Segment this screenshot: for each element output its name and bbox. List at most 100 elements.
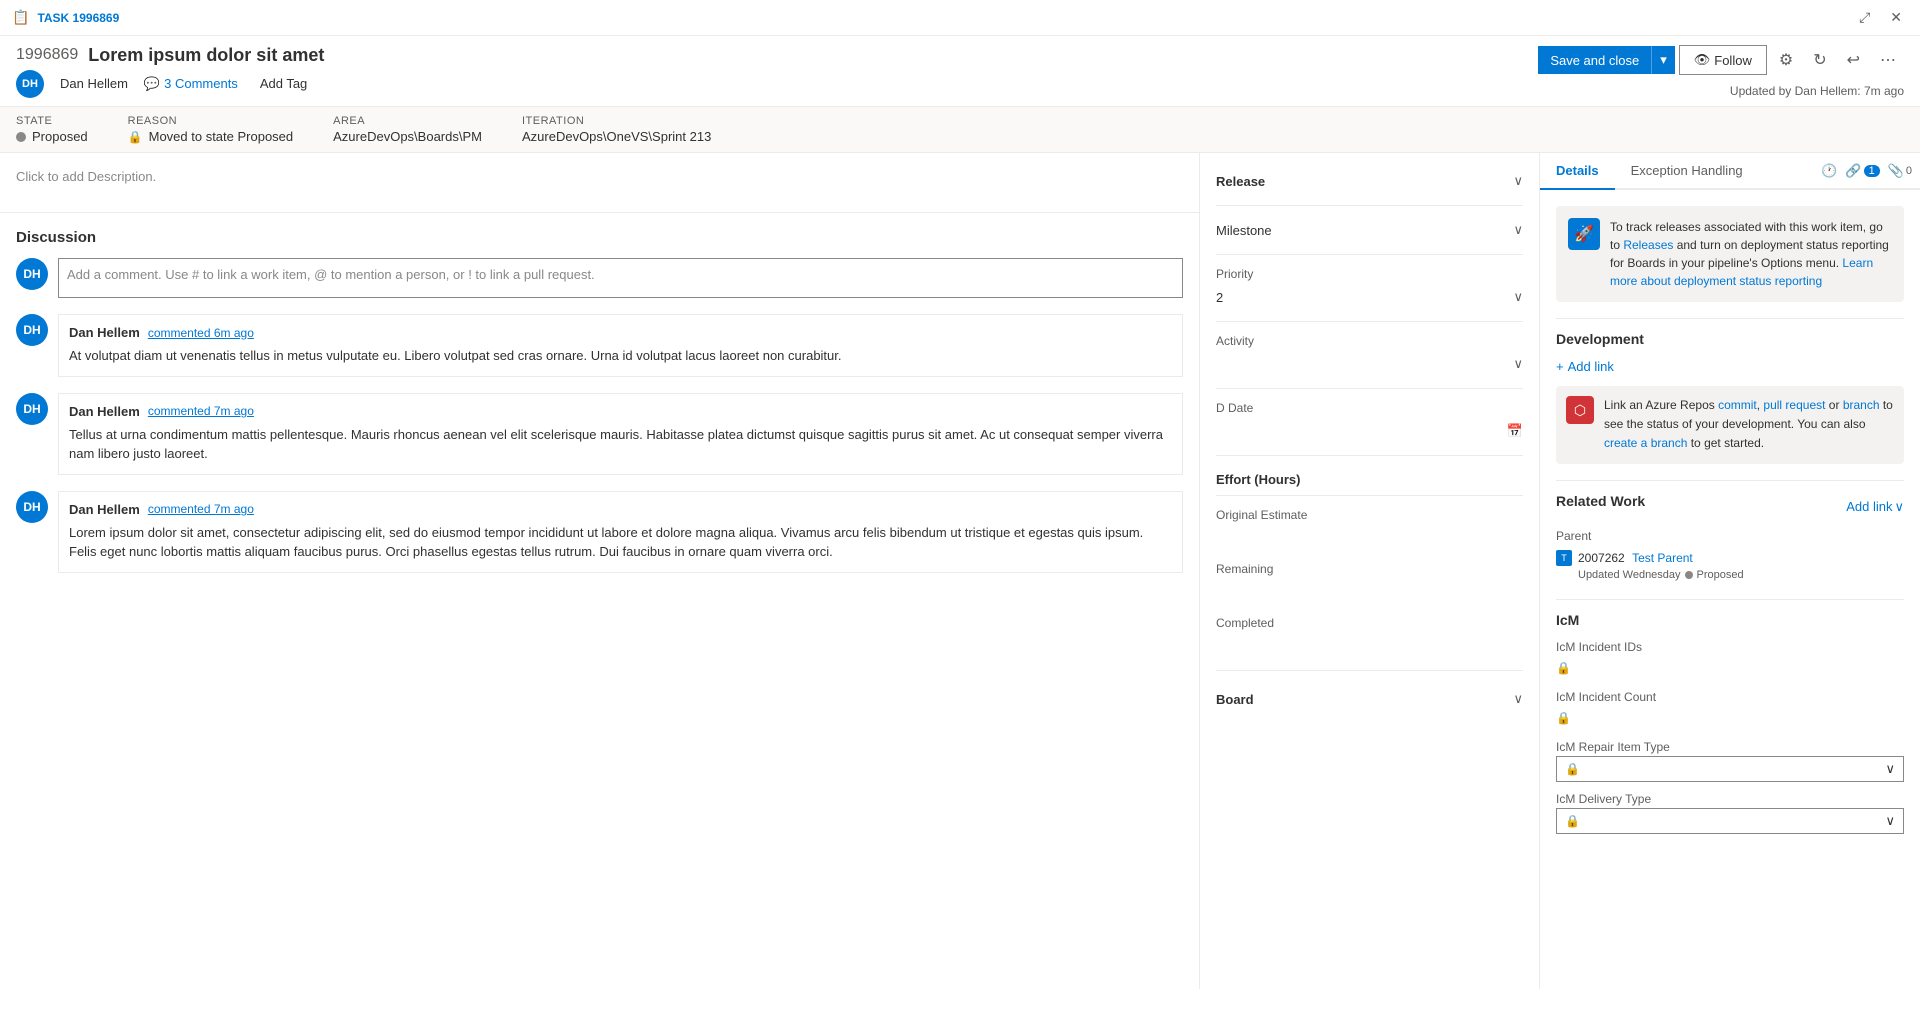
follow-button[interactable]: 👁 Follow — [1679, 45, 1767, 75]
comment-input-box[interactable]: Add a comment. Use # to link a work item… — [58, 258, 1183, 298]
close-icon[interactable]: ✕ — [1884, 7, 1908, 28]
development-title: Development — [1556, 331, 1904, 347]
parent-item-link[interactable]: Test Parent — [1632, 551, 1693, 565]
tab-details[interactable]: Details — [1540, 153, 1615, 190]
board-chevron[interactable]: ∨ — [1513, 691, 1523, 707]
activity-field: Activity ∨ — [1216, 334, 1523, 376]
original-estimate-input[interactable] — [1216, 530, 1523, 546]
iteration-field: Iteration AzureDevOps\OneVS\Sprint 213 — [522, 115, 711, 144]
icm-delivery-type-dropdown[interactable]: 🔒 ∨ — [1556, 808, 1904, 834]
comment-header: Dan Hellem commented 6m ago — [69, 325, 1172, 340]
comment-time[interactable]: commented 7m ago — [148, 502, 254, 516]
header-left: 1996869 Lorem ipsum dolor sit amet DH Da… — [16, 45, 324, 98]
avatar: DH — [16, 314, 48, 346]
attachments-icon[interactable]: 📎 0 — [1888, 163, 1912, 179]
milestone-chevron[interactable]: ∨ — [1513, 222, 1523, 238]
related-work-header: Related Work Add link ∨ — [1556, 493, 1904, 521]
tab-exception-handling[interactable]: Exception Handling — [1615, 153, 1759, 190]
milestone-field: Milestone ∨ — [1216, 218, 1523, 242]
remaining-input[interactable] — [1216, 584, 1523, 600]
related-add-link[interactable]: Add link ∨ — [1846, 499, 1904, 515]
completed-label: Completed — [1216, 616, 1523, 630]
icm-incident-count-value: 🔒 — [1556, 706, 1904, 730]
priority-label: Priority — [1216, 267, 1523, 281]
board-section: Board ∨ — [1216, 687, 1523, 711]
settings-button[interactable]: ⚙ — [1771, 44, 1801, 76]
proposed-dot — [1685, 571, 1693, 579]
state-value[interactable]: Proposed — [16, 129, 88, 144]
calendar-icon[interactable]: 📅 — [1507, 423, 1523, 439]
comment-author: Dan Hellem — [69, 502, 140, 517]
remaining-value[interactable] — [1216, 580, 1523, 604]
release-info-text: To track releases associated with this w… — [1610, 218, 1892, 290]
releases-link[interactable]: Releases — [1623, 238, 1673, 252]
comment-time[interactable]: commented 7m ago — [148, 404, 254, 418]
activity-value: ∨ — [1216, 352, 1523, 376]
completed-value[interactable] — [1216, 634, 1523, 658]
save-and-close-button[interactable]: Save and close — [1538, 46, 1652, 74]
state-field: State Proposed — [16, 115, 88, 144]
development-add-link[interactable]: + Add link — [1556, 359, 1904, 374]
area-value[interactable]: AzureDevOps\Boards\PM — [333, 129, 482, 144]
state-row: State Proposed Reason 🔒 Moved to state P… — [0, 107, 1920, 153]
original-estimate-value[interactable] — [1216, 526, 1523, 550]
icm-repair-item-type-label: IcM Repair Item Type — [1556, 740, 1904, 754]
icm-delivery-type-label: IcM Delivery Type — [1556, 792, 1904, 806]
release-info-icon: 🚀 — [1568, 218, 1600, 250]
completed-field: Completed — [1216, 616, 1523, 658]
parent-item-icon: T — [1556, 550, 1572, 566]
comment-input: DH Add a comment. Use # to link a work i… — [16, 258, 1183, 298]
azure-repos-icon: ⬡ — [1566, 396, 1594, 424]
tab-action-icons: 🕐 🔗 1 📎 0 — [1813, 159, 1920, 183]
comment-header: Dan Hellem commented 7m ago — [69, 502, 1172, 517]
discussion-title: Discussion — [16, 229, 1183, 246]
create-branch-link[interactable]: create a branch — [1604, 436, 1687, 450]
header: 1996869 Lorem ipsum dolor sit amet DH Da… — [0, 36, 1920, 107]
expand-icon[interactable]: ⤢ — [1853, 7, 1876, 28]
state-label: State — [16, 115, 88, 127]
comments-link[interactable]: 💬 3 Comments — [144, 76, 238, 92]
ddate-label: D Date — [1216, 401, 1523, 415]
priority-field: Priority 2 ∨ — [1216, 267, 1523, 309]
undo-button[interactable]: ↩ — [1839, 44, 1868, 76]
comment-header: Dan Hellem commented 7m ago — [69, 404, 1172, 419]
activity-label: Activity — [1216, 334, 1523, 348]
pull-request-link[interactable]: pull request — [1763, 398, 1825, 412]
more-options-button[interactable]: ⋯ — [1872, 44, 1904, 76]
comment-box: Dan Hellem commented 7m ago Lorem ipsum … — [58, 491, 1183, 573]
header-meta: DH Dan Hellem 💬 3 Comments Add Tag — [16, 70, 324, 98]
comment-time[interactable]: commented 6m ago — [148, 326, 254, 340]
release-value: Release ∨ — [1216, 169, 1523, 193]
avatar: DH — [16, 70, 44, 98]
related-work-title: Related Work — [1556, 493, 1645, 509]
links-icon[interactable]: 🔗 1 — [1845, 163, 1879, 179]
activity-chevron[interactable]: ∨ — [1513, 356, 1523, 372]
icm-incident-count-lock: 🔒 — [1556, 711, 1571, 725]
comment-content: Dan Hellem commented 7m ago Tellus at ur… — [58, 393, 1183, 475]
refresh-button[interactable]: ↻ — [1805, 44, 1834, 76]
work-item-name[interactable]: Lorem ipsum dolor sit amet — [88, 45, 324, 66]
avatar: DH — [16, 393, 48, 425]
reason-value: 🔒 Moved to state Proposed — [128, 129, 293, 144]
save-button-group: Save and close ▾ — [1538, 46, 1674, 74]
release-chevron[interactable]: ∨ — [1513, 173, 1523, 189]
discussion-section: Discussion DH Add a comment. Use # to li… — [0, 213, 1199, 605]
release-field: Release ∨ — [1216, 169, 1523, 193]
commit-link[interactable]: commit — [1718, 398, 1757, 412]
title-bar-task-label: TASK 1996869 — [37, 11, 119, 25]
priority-chevron[interactable]: ∨ — [1513, 289, 1523, 305]
add-tag-button[interactable]: Add Tag — [254, 74, 313, 93]
remaining-label: Remaining — [1216, 562, 1523, 576]
save-dropdown-button[interactable]: ▾ — [1652, 46, 1675, 74]
branch-link[interactable]: branch — [1843, 398, 1880, 412]
comment-author: Dan Hellem — [69, 325, 140, 340]
icm-delivery-type-field: IcM Delivery Type 🔒 ∨ — [1556, 792, 1904, 834]
comment-content: Dan Hellem commented 7m ago Lorem ipsum … — [58, 491, 1183, 573]
comment-text: Lorem ipsum dolor sit amet, consectetur … — [69, 523, 1172, 562]
history-icon[interactable]: 🕐 — [1821, 163, 1837, 179]
iteration-value[interactable]: AzureDevOps\OneVS\Sprint 213 — [522, 129, 711, 144]
completed-input[interactable] — [1216, 638, 1523, 654]
related-work-section: Related Work Add link ∨ Parent T 2007262… — [1556, 493, 1904, 584]
description-area[interactable]: Click to add Description. — [0, 153, 1199, 213]
icm-repair-item-type-dropdown[interactable]: 🔒 ∨ — [1556, 756, 1904, 782]
